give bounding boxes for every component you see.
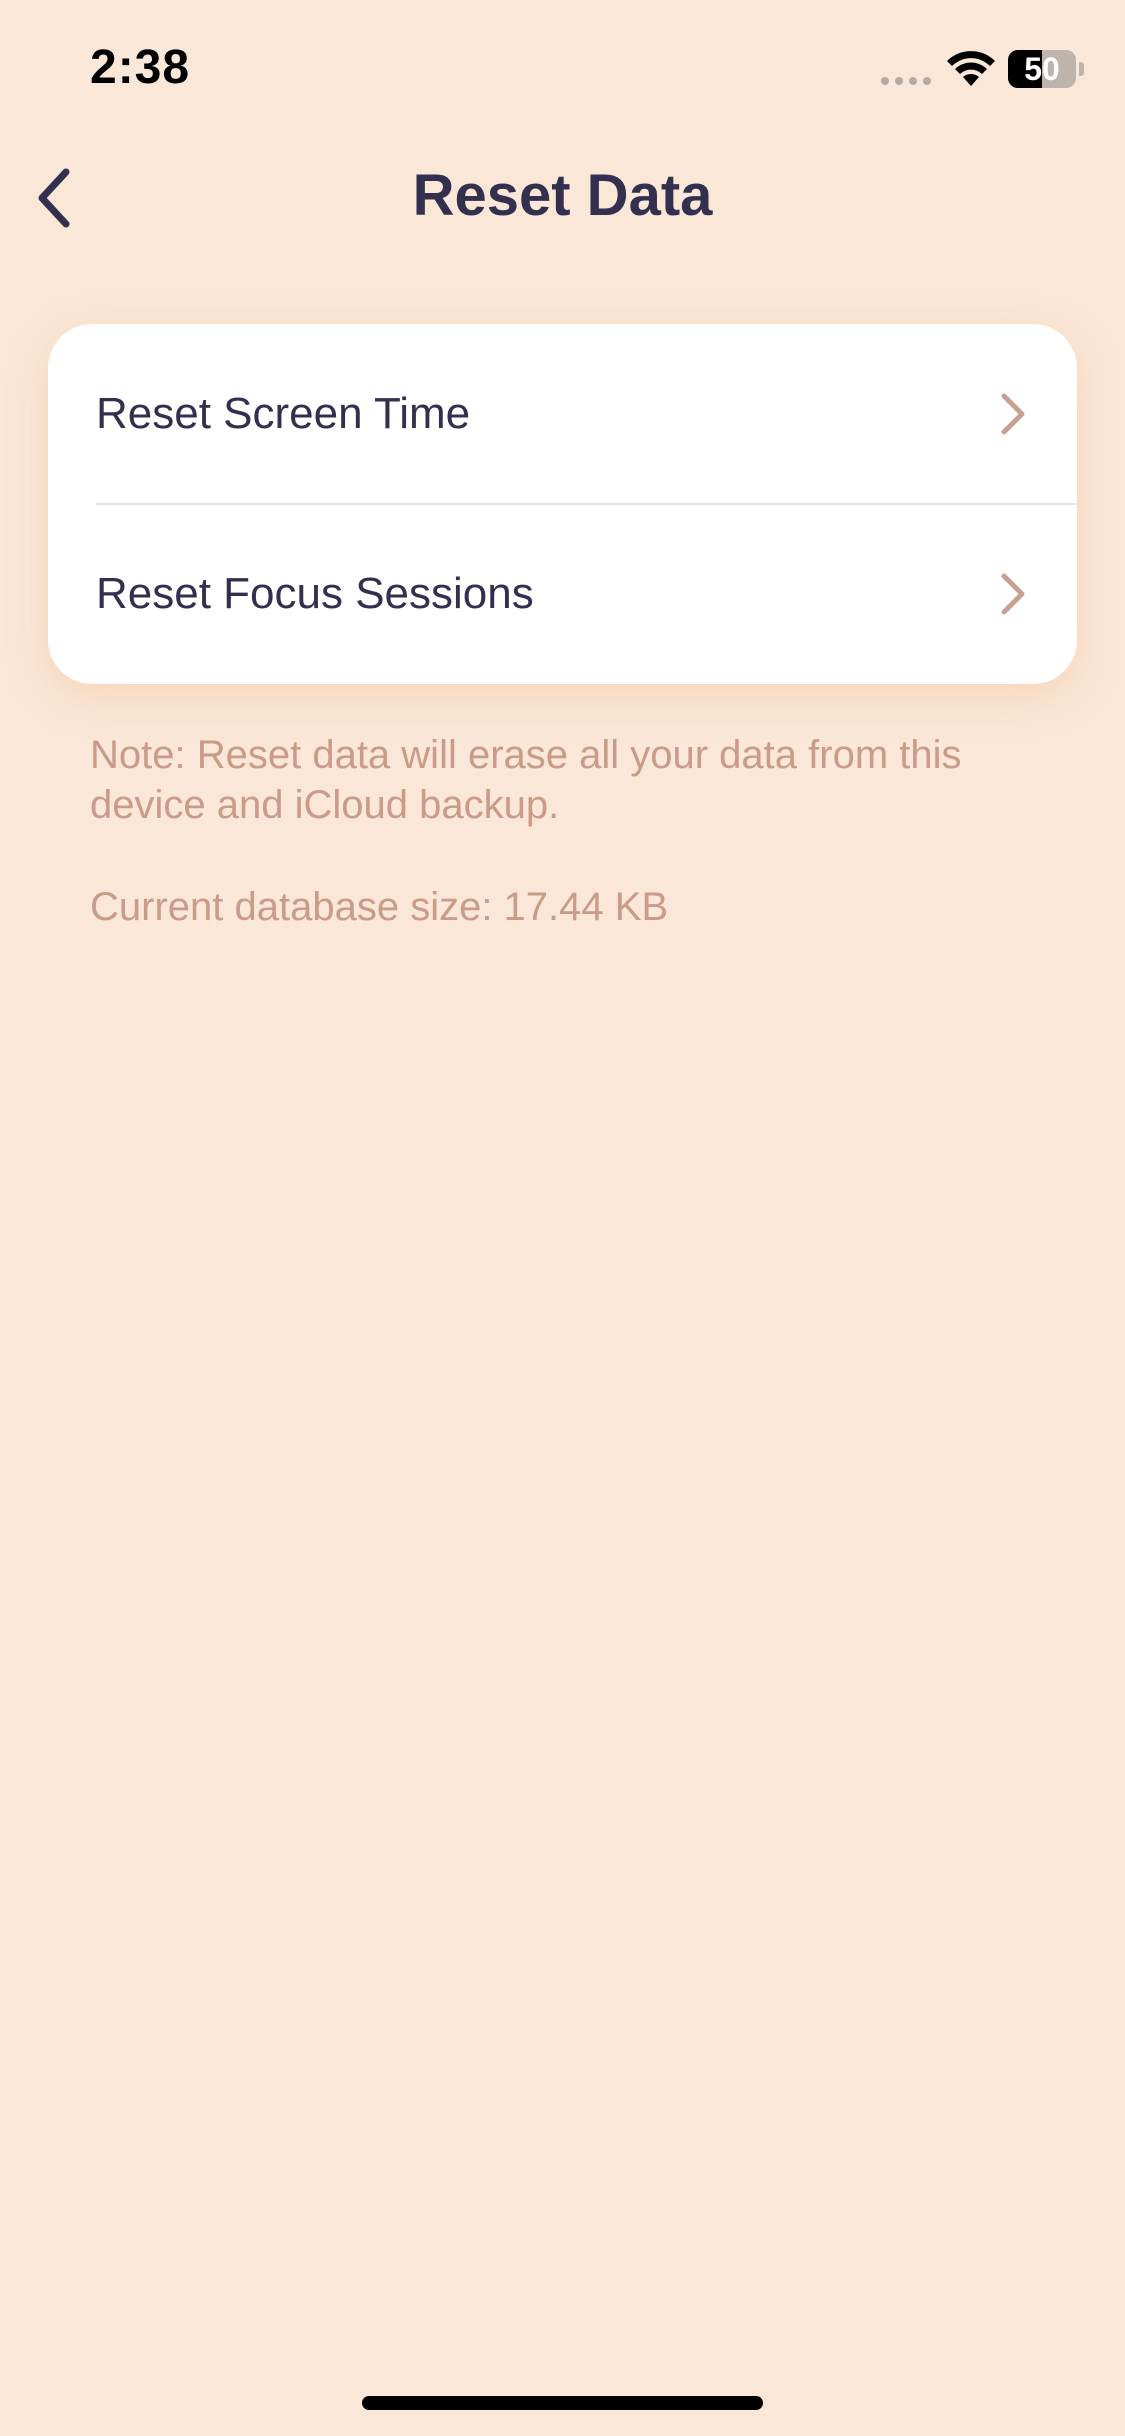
status-time: 2:38 [90, 41, 191, 94]
chevron-right-icon [1001, 393, 1025, 435]
battery-level: 50 [1024, 51, 1060, 87]
battery-cap [1079, 62, 1084, 76]
status-bar: 2:38 50 [0, 0, 1125, 140]
wifi-icon [947, 51, 995, 86]
nav-bar: Reset Data [0, 140, 1125, 250]
reset-focus-sessions-row[interactable]: Reset Focus Sessions [48, 504, 1077, 684]
page-title: Reset Data [412, 163, 713, 228]
battery-body: 50 [1008, 50, 1076, 88]
database-size: Current database size: 17.44 KB [90, 885, 669, 929]
home-indicator[interactable] [362, 2396, 763, 2410]
row-label: Reset Screen Time [96, 389, 471, 438]
row-label: Reset Focus Sessions [96, 569, 534, 618]
battery-icon: 50 [1008, 50, 1084, 88]
cellular-signal-icon [881, 77, 931, 85]
reset-screen-time-row[interactable]: Reset Screen Time [48, 324, 1077, 505]
reset-note: Note: Reset data will erase all your dat… [90, 733, 962, 827]
reset-options-card: Reset Screen Time Reset Focus Sessions [48, 324, 1077, 684]
chevron-right-icon [1001, 573, 1025, 615]
